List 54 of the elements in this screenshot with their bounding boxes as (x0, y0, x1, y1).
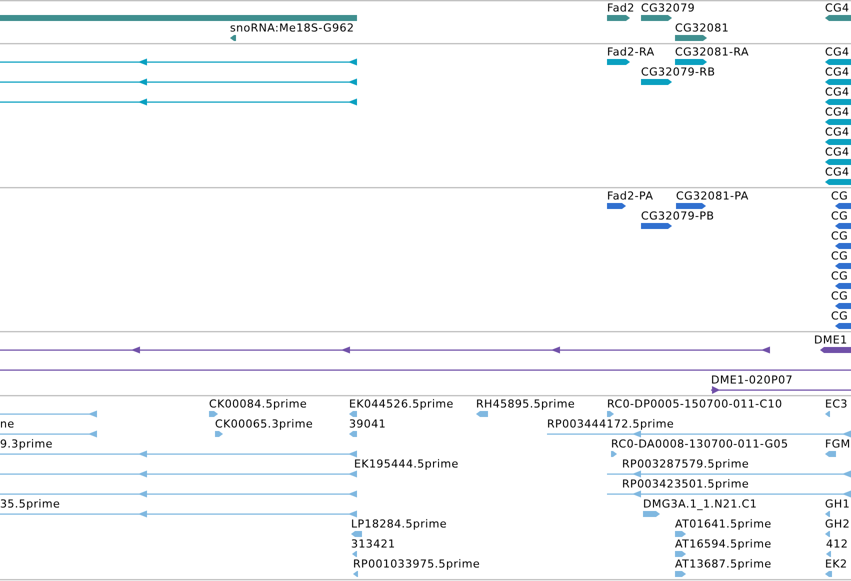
feature-label: CG (831, 190, 848, 202)
feature-label: DMG3A.1_1.N21.C1 (643, 498, 758, 510)
feature-label: CG4 (825, 126, 850, 138)
feature-label: CK00065.3prime (215, 418, 314, 430)
feature-label: CK00084.5prime (209, 398, 308, 410)
feature-label: CG (831, 230, 848, 242)
feature-label: AT16594.5prime (675, 538, 772, 550)
feature-label: FGM (825, 438, 851, 450)
feature-label: Fad2 (607, 2, 635, 14)
feature-label: CG32081 (675, 22, 729, 34)
feature-label: CG4 (825, 106, 850, 118)
feature-label: RP001033975.5prime (353, 558, 480, 570)
feature-label: 313421 (351, 538, 396, 550)
feature-label: RC0-DP0005-150700-011-C10 (607, 398, 782, 410)
feature-label: CG32081-RA (675, 46, 749, 58)
feature-label: CG32079-PB (641, 210, 714, 222)
feature-label: 412 (826, 538, 848, 550)
feature-label: RP003444172.5prime (547, 418, 674, 430)
feature-label: CG4 (825, 146, 850, 158)
feature-label: RP003287579.5prime (622, 458, 750, 470)
feature-label: CG (831, 310, 848, 322)
feature-label: CG32081-PA (676, 190, 749, 202)
feature-label: snoRNA:Me18S-G962 (230, 22, 354, 34)
feature-label: AT13687.5prime (675, 558, 772, 570)
feature-label: ne (0, 418, 15, 430)
feature-label: RP003423501.5prime (622, 478, 750, 490)
feature-label: 39041 (349, 418, 386, 430)
feature-label: Fad2-PA (607, 190, 654, 202)
feature-label: EC3 (825, 398, 848, 410)
feature-label: EK2 (825, 558, 848, 570)
feature-label: AT01641.5prime (675, 518, 772, 530)
feature-label: CG (831, 250, 848, 262)
feature-label: GH1 (825, 498, 850, 510)
feature-label: CG4 (825, 46, 850, 58)
feature-label: 9.3prime (0, 438, 53, 450)
feature-label: RH45895.5prime (476, 398, 576, 410)
feature-label: Fad2-RA (607, 46, 655, 58)
feature-label: GH2 (825, 518, 850, 530)
feature-label: CG32079 (641, 2, 695, 14)
feature-label: CG4 (825, 2, 850, 14)
feature-label: CG4 (825, 86, 850, 98)
feature-label: CG4 (825, 166, 850, 178)
feature-label: DME1-020P07 (711, 374, 793, 386)
feature-label: RC0-DA0008-130700-011-G05 (611, 438, 788, 450)
feature-label: EK044526.5prime (349, 398, 454, 410)
feature-label: CG (831, 210, 848, 222)
feature-label: EK195444.5prime (354, 458, 459, 470)
feature-label: CG (831, 290, 848, 302)
feature-label: CG (831, 270, 848, 282)
feature-label: CG32079-RB (641, 66, 716, 78)
feature-label: DME1 (814, 334, 848, 346)
feature-label: CG4 (825, 66, 850, 78)
feature-label: LP18284.5prime (351, 518, 447, 530)
feature-label: 35.5prime (0, 498, 60, 510)
